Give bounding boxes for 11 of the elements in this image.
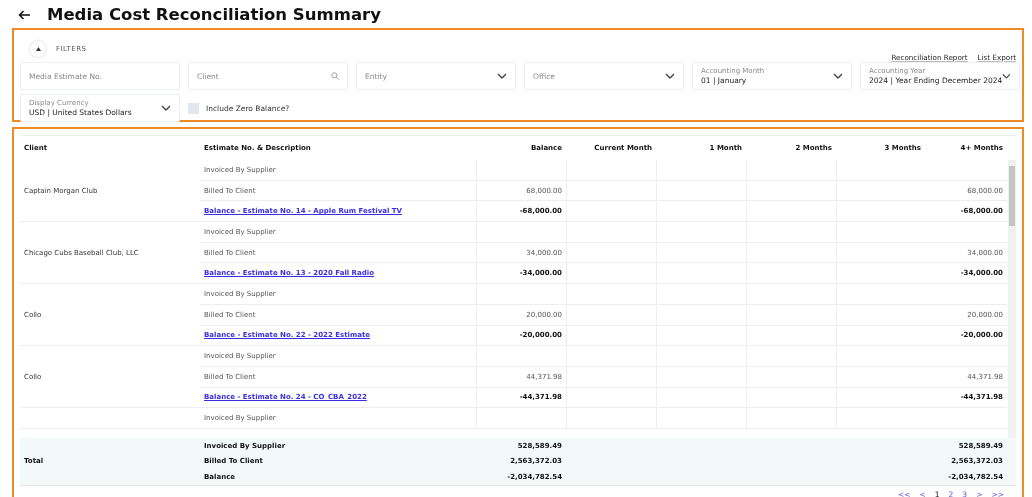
chevron-down-icon (1002, 72, 1011, 80)
chevron-down-icon (833, 72, 843, 80)
checkbox[interactable] (188, 102, 199, 114)
scrollbar[interactable] (1008, 160, 1016, 438)
search-icon (331, 72, 339, 80)
back-button[interactable] (18, 9, 31, 20)
chevron-down-icon (497, 72, 507, 80)
page-title: Media Cost Reconciliation Summary (47, 5, 381, 24)
chevron-down-icon (665, 72, 675, 80)
chevron-down-icon (161, 104, 171, 112)
caret-icon (35, 47, 41, 51)
